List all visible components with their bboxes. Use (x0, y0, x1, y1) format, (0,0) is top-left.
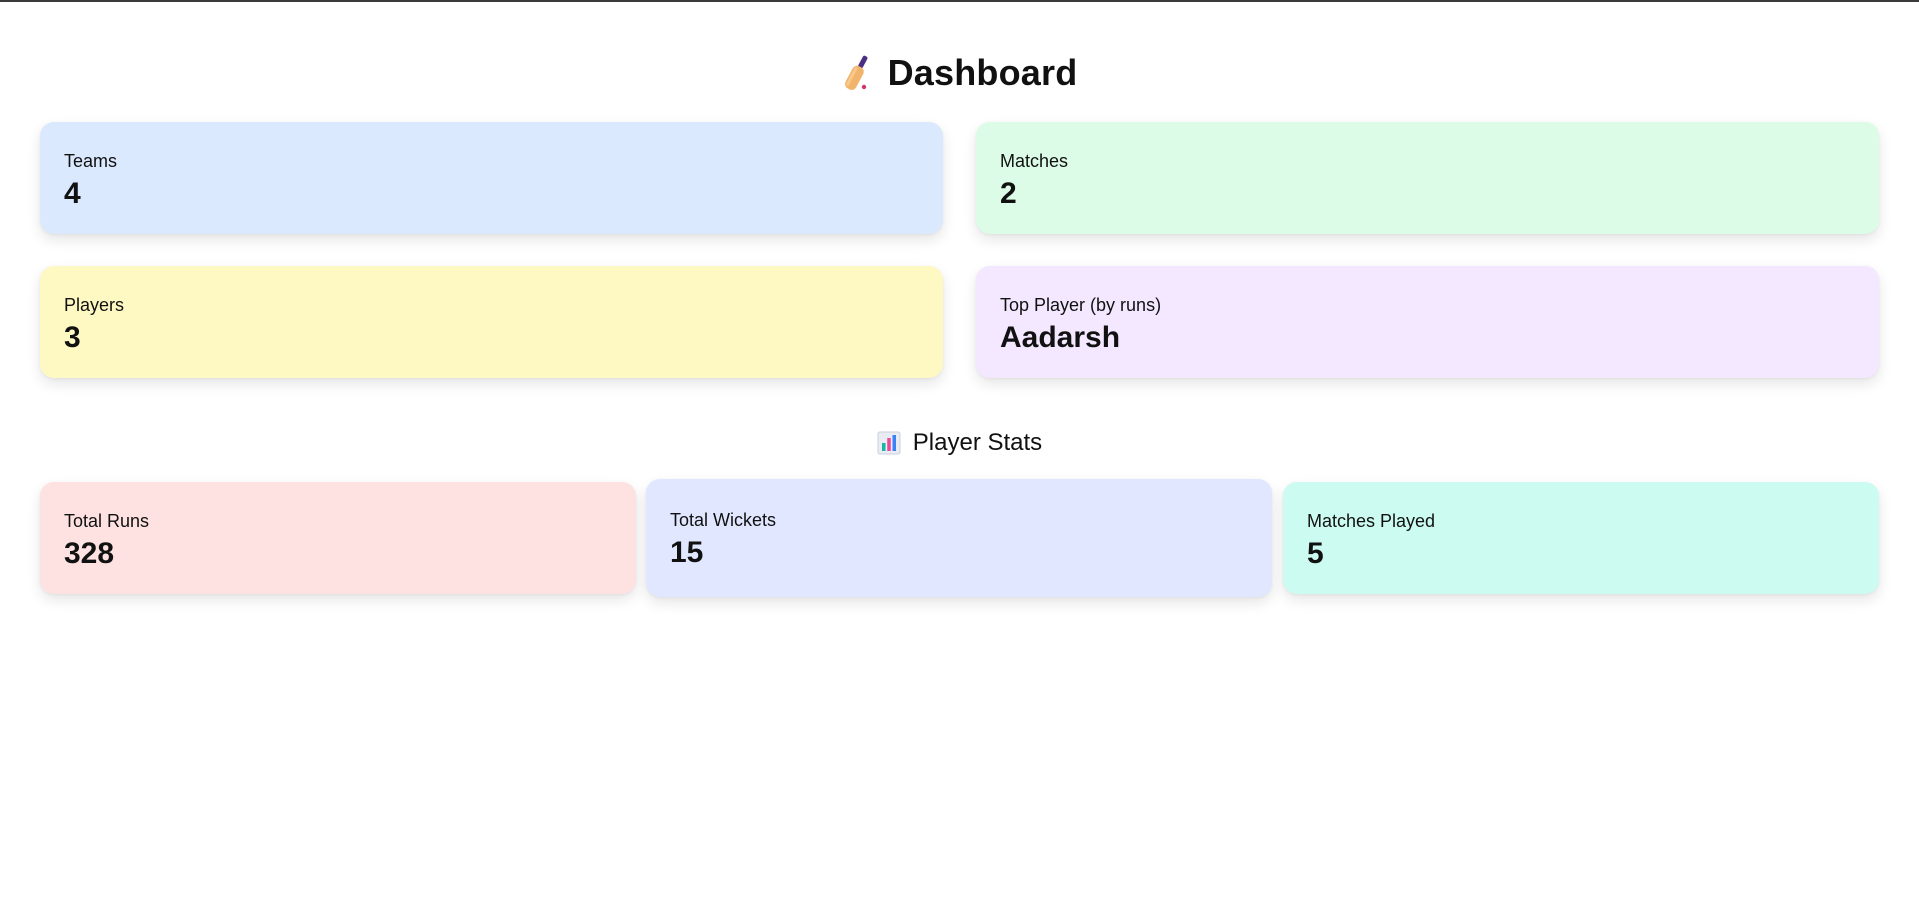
matches-label: Matches (1000, 151, 1069, 171)
bar-chart-icon (877, 431, 901, 455)
total-wickets-label: Total Wickets (670, 510, 777, 530)
player-stats-heading: Player Stats (0, 426, 1919, 460)
players-value: 3 (64, 321, 81, 354)
top-player-card: Top Player (by runs) Aadarsh (976, 266, 1879, 378)
matches-played-card: Matches Played 5 (1283, 482, 1879, 594)
players-label: Players (64, 295, 125, 315)
top-border (0, 0, 1919, 2)
teams-label: Teams (64, 151, 118, 171)
page-title: Dashboard (0, 50, 1919, 96)
player-stats-title: Player Stats (912, 429, 1043, 456)
total-runs-value: 328 (64, 537, 115, 570)
teams-card: Teams 4 (40, 122, 943, 234)
total-wickets-card[interactable]: Total Wickets 15 (646, 479, 1272, 597)
total-wickets-value: 15 (670, 536, 704, 569)
cricket-bat-icon (844, 55, 868, 90)
total-runs-label: Total Runs (64, 511, 150, 531)
top-player-value: Aadarsh (1000, 321, 1121, 354)
teams-value: 4 (64, 177, 81, 210)
players-card: Players 3 (40, 266, 943, 378)
matches-value: 2 (1000, 177, 1017, 210)
dashboard-title: Dashboard (887, 52, 1078, 93)
matches-card: Matches 2 (976, 122, 1879, 234)
total-runs-card: Total Runs 328 (40, 482, 636, 594)
top-player-label: Top Player (by runs) (1000, 295, 1162, 315)
matches-played-value: 5 (1307, 537, 1324, 570)
matches-played-label: Matches Played (1307, 511, 1436, 531)
